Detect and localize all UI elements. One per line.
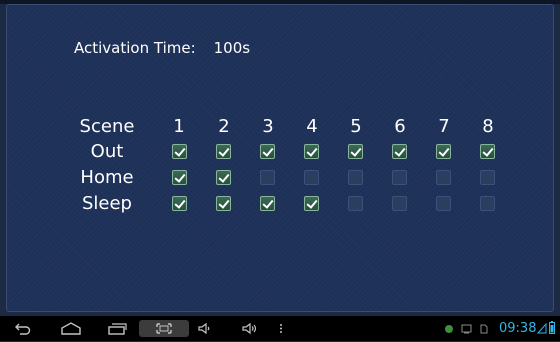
checkbox-sleep-3[interactable] bbox=[260, 196, 275, 211]
back-icon[interactable] bbox=[14, 320, 32, 337]
battery-icon bbox=[549, 321, 555, 334]
system-navigation-bar: 09:38 bbox=[0, 316, 560, 341]
checkbox-home-8[interactable] bbox=[480, 170, 495, 185]
checkbox-sleep-5[interactable] bbox=[348, 196, 363, 211]
checkbox-out-6[interactable] bbox=[392, 144, 407, 159]
checkbox-out-5[interactable] bbox=[348, 144, 363, 159]
sd-card-icon bbox=[480, 324, 488, 334]
column-header-4: 4 bbox=[306, 116, 318, 137]
screenshot-icon[interactable] bbox=[139, 320, 189, 337]
checkbox-out-2[interactable] bbox=[216, 144, 231, 159]
checkbox-sleep-4[interactable] bbox=[304, 196, 319, 211]
checkbox-out-1[interactable] bbox=[172, 144, 187, 159]
activation-time-label: Activation Time: bbox=[74, 39, 196, 57]
checkbox-out-7[interactable] bbox=[436, 144, 451, 159]
column-header-2: 2 bbox=[218, 116, 230, 137]
checkbox-home-2[interactable] bbox=[216, 170, 231, 185]
row-label-sleep: Sleep bbox=[81, 193, 132, 214]
notification-android-icon bbox=[445, 325, 453, 333]
checkbox-sleep-7[interactable] bbox=[436, 196, 451, 211]
row-label-out: Out bbox=[90, 141, 124, 162]
column-header-3: 3 bbox=[262, 116, 274, 137]
activation-time-value[interactable]: 100s bbox=[214, 39, 250, 57]
home-icon[interactable] bbox=[60, 320, 82, 337]
checkbox-out-4[interactable] bbox=[304, 144, 319, 159]
checkbox-sleep-2[interactable] bbox=[216, 196, 231, 211]
volume-down-icon[interactable] bbox=[196, 320, 214, 337]
checkbox-home-3[interactable] bbox=[260, 170, 275, 185]
recent-apps-icon[interactable] bbox=[106, 320, 128, 337]
checkbox-home-6[interactable] bbox=[392, 170, 407, 185]
checkbox-out-8[interactable] bbox=[480, 144, 495, 159]
column-header-7: 7 bbox=[438, 116, 450, 137]
checkbox-home-4[interactable] bbox=[304, 170, 319, 185]
column-header-6: 6 bbox=[394, 116, 406, 137]
column-header-5: 5 bbox=[350, 116, 362, 137]
menu-icon[interactable] bbox=[276, 320, 286, 337]
checkbox-home-5[interactable] bbox=[348, 170, 363, 185]
activation-time: Activation Time: 100s bbox=[74, 39, 250, 57]
checkbox-sleep-6[interactable] bbox=[392, 196, 407, 211]
checkbox-home-1[interactable] bbox=[172, 170, 187, 185]
checkbox-sleep-1[interactable] bbox=[172, 196, 187, 211]
column-header-8: 8 bbox=[482, 116, 494, 137]
volume-up-icon[interactable] bbox=[240, 320, 260, 337]
column-header-1: 1 bbox=[173, 116, 185, 137]
checkbox-out-3[interactable] bbox=[260, 144, 275, 159]
notification-screen-icon bbox=[461, 324, 472, 334]
checkbox-home-7[interactable] bbox=[436, 170, 451, 185]
wifi-signal-icon bbox=[537, 323, 547, 334]
checkbox-sleep-8[interactable] bbox=[480, 196, 495, 211]
clock: 09:38 bbox=[499, 321, 537, 336]
scene-header: Scene bbox=[79, 116, 135, 137]
row-label-home: Home bbox=[80, 167, 134, 188]
